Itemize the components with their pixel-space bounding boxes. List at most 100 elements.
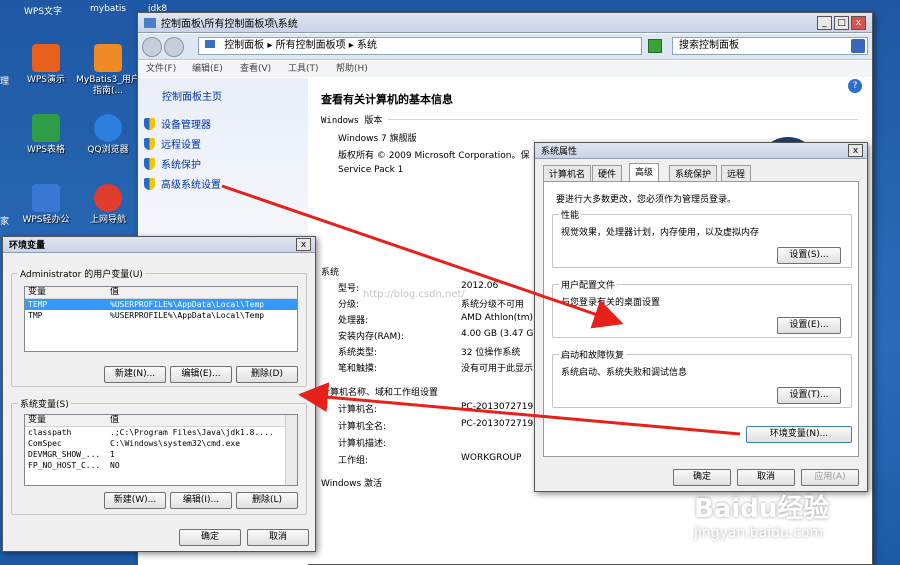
watermark: http://blog.csdn.net/ bbox=[363, 289, 465, 300]
baidu-logo: Baidu经验 bbox=[694, 494, 830, 524]
maximize-button[interactable]: □ bbox=[834, 16, 849, 30]
performance-description: 视觉效果，处理器计划，内存使用，以及虚拟内存 bbox=[561, 228, 760, 238]
desktop-icon-wps-spreadsheet[interactable]: WPS表格 bbox=[14, 114, 78, 156]
menu-file[interactable]: 文件(F) bbox=[146, 61, 176, 77]
ok-button[interactable]: 确定 bbox=[179, 529, 241, 546]
breadcrumb-all-items[interactable]: 所有控制面板项 bbox=[276, 40, 346, 51]
variable-name: DEVMGR_SHOW_... bbox=[28, 450, 101, 459]
system-info-label: 笔和触摸: bbox=[338, 364, 378, 374]
environment-variables-dialog: 环境变量 x Administrator 的用户变量(U) 变量 值 TEMP%… bbox=[2, 236, 316, 552]
user-delete-button[interactable]: 删除(D) bbox=[236, 366, 298, 383]
divider bbox=[388, 119, 858, 120]
environment-variables-button[interactable]: 环境变量(N)... bbox=[746, 426, 852, 443]
system-new-button[interactable]: 新建(W)... bbox=[104, 492, 166, 509]
system-info-value: 4.00 GB (3.47 G bbox=[461, 329, 534, 339]
variable-value: %USERPROFILE%\AppData\Local\Temp bbox=[110, 300, 265, 309]
cancel-button[interactable]: 取消 bbox=[247, 529, 309, 546]
desktop-icon-qq-browser[interactable]: QQ浏览器 bbox=[76, 114, 140, 156]
refresh-button[interactable] bbox=[648, 39, 662, 53]
baidu-url: jingyan.baidu.com bbox=[694, 525, 824, 541]
help-icon[interactable]: ? bbox=[848, 79, 862, 93]
desktop-icon-wps-office-light[interactable]: WPS轻办公 bbox=[14, 184, 78, 226]
desktop-icon-mybatis-guide[interactable]: MyBatis3_用户指南(... bbox=[76, 44, 140, 97]
minimize-button[interactable]: _ bbox=[817, 16, 832, 30]
table-row[interactable]: TEMP %USERPROFILE%\AppData\Local\Temp bbox=[25, 299, 297, 310]
cancel-button[interactable]: 取消 bbox=[737, 469, 795, 486]
computer-info-value: WORKGROUP bbox=[461, 453, 522, 463]
vertical-scrollbar[interactable] bbox=[285, 415, 297, 485]
wps-spreadsheet-icon bbox=[32, 114, 60, 142]
pdf-icon bbox=[94, 44, 122, 72]
user-edit-button[interactable]: 编辑(E)... bbox=[170, 366, 232, 383]
menu-view[interactable]: 查看(V) bbox=[240, 61, 271, 77]
system-info-value: 2012.06 bbox=[461, 281, 499, 291]
address-bar[interactable]: 控制面板 ▸ 所有控制面板项 ▸ 系统 bbox=[198, 37, 642, 55]
menu-tools[interactable]: 工具(T) bbox=[288, 61, 319, 77]
system-window-titlebar[interactable]: 控制面板\所有控制面板项\系统 bbox=[138, 13, 872, 33]
shield-icon bbox=[144, 178, 155, 190]
variable-name: classpath bbox=[28, 428, 72, 437]
tab-system-protection[interactable]: 系统保护 bbox=[669, 165, 718, 181]
system-info-label: 系统类型: bbox=[338, 348, 378, 358]
column-header-variable[interactable]: 变量 bbox=[25, 287, 107, 298]
sidebar-item-remote-settings[interactable]: 远程设置 bbox=[144, 136, 201, 151]
forward-button[interactable] bbox=[164, 37, 184, 57]
sidebar-item-advanced-settings[interactable]: 高级系统设置 bbox=[144, 176, 221, 191]
close-button[interactable]: x bbox=[851, 16, 866, 30]
system-info-value: AMD Athlon(tm) bbox=[461, 313, 533, 323]
variable-value: 1 bbox=[110, 450, 115, 459]
sidebar-item-device-manager[interactable]: 设备管理器 bbox=[144, 116, 211, 131]
sidebar-home-link[interactable]: 控制面板主页 bbox=[162, 88, 222, 103]
windows-edition-label: Windows 版本 bbox=[321, 116, 383, 126]
computer-section-label: 计算机名称、域和工作组设置 bbox=[321, 388, 439, 398]
desktop-icon-wps-presentation[interactable]: WPS演示 bbox=[14, 44, 78, 86]
system-properties-titlebar[interactable]: 系统属性 bbox=[535, 143, 867, 159]
navigation-bar: 控制面板 ▸ 所有控制面板项 ▸ 系统 搜索控制面板 bbox=[138, 34, 872, 60]
column-header-value[interactable]: 值 bbox=[107, 287, 297, 298]
wps-office-icon bbox=[32, 184, 60, 212]
desktop-edge-label: 家 bbox=[0, 217, 10, 227]
column-header-variable[interactable]: 变量 bbox=[25, 415, 107, 426]
close-icon[interactable]: x bbox=[848, 144, 863, 157]
shield-icon bbox=[144, 158, 155, 170]
computer-info-label: 计算机描述: bbox=[338, 439, 387, 449]
activation-label: Windows 激活 bbox=[321, 479, 383, 489]
breadcrumb-system[interactable]: 系统 bbox=[357, 40, 377, 51]
system-delete-button[interactable]: 删除(L) bbox=[236, 492, 298, 509]
copyright-text: 版权所有 © 2009 Microsoft Corporation。保 bbox=[338, 151, 530, 161]
desktop-icon-web-navigation[interactable]: 上网导航 bbox=[76, 184, 140, 226]
environment-variables-titlebar[interactable]: 环境变量 bbox=[3, 237, 315, 253]
performance-settings-button[interactable]: 设置(S)... bbox=[777, 247, 841, 264]
user-new-button[interactable]: 新建(N)... bbox=[104, 366, 166, 383]
sidebar-item-system-protection[interactable]: 系统保护 bbox=[144, 156, 201, 171]
user-profiles-settings-button[interactable]: 设置(E)... bbox=[777, 317, 841, 334]
search-input[interactable]: 搜索控制面板 bbox=[672, 37, 868, 55]
apply-button[interactable]: 应用(A) bbox=[801, 469, 859, 486]
computer-info-label: 计算机名: bbox=[338, 405, 378, 415]
variable-value: %USERPROFILE%\AppData\Local\Temp bbox=[110, 311, 265, 320]
system-edit-button[interactable]: 编辑(I)... bbox=[170, 492, 232, 509]
table-row[interactable]: classpath .;C:\Program Files\Java\jdk1.8.… bbox=[25, 427, 297, 438]
tab-advanced[interactable]: 高级 bbox=[629, 163, 660, 181]
breadcrumb-control-panel[interactable]: 控制面板 bbox=[224, 40, 264, 51]
close-icon[interactable]: x bbox=[296, 238, 311, 251]
column-header-value[interactable]: 值 bbox=[107, 415, 297, 426]
table-row[interactable]: ComSpec C:\Windows\system32\cmd.exe bbox=[25, 438, 297, 449]
menu-help[interactable]: 帮助(H) bbox=[336, 61, 368, 77]
search-icon[interactable] bbox=[851, 39, 865, 53]
menu-edit[interactable]: 编辑(E) bbox=[192, 61, 223, 77]
startup-recovery-description: 系统启动、系统失败和调试信息 bbox=[561, 368, 688, 378]
tab-remote[interactable]: 远程 bbox=[721, 165, 752, 181]
system-variables-list[interactable]: 变量 值 classpath .;C:\Program Files\Java\jd… bbox=[24, 414, 298, 486]
ok-button[interactable]: 确定 bbox=[673, 469, 731, 486]
computer-info-label: 计算机全名: bbox=[338, 422, 387, 432]
back-button[interactable] bbox=[142, 37, 162, 57]
table-row[interactable]: DEVMGR_SHOW_... 1 bbox=[25, 449, 297, 460]
user-variables-list[interactable]: 变量 值 TEMP %USERPROFILE%\AppData\Local\Tem… bbox=[24, 286, 298, 352]
table-row[interactable]: FP_NO_HOST_C... NO bbox=[25, 460, 297, 471]
tab-hardware[interactable]: 硬件 bbox=[592, 165, 623, 181]
tab-computer-name[interactable]: 计算机名 bbox=[543, 165, 592, 181]
startup-recovery-settings-button[interactable]: 设置(T)... bbox=[777, 387, 841, 404]
variable-value: .;C:\Program Files\Java\jdk1.8.... bbox=[110, 428, 274, 437]
table-row[interactable]: TMP %USERPROFILE%\AppData\Local\Temp bbox=[25, 310, 297, 321]
